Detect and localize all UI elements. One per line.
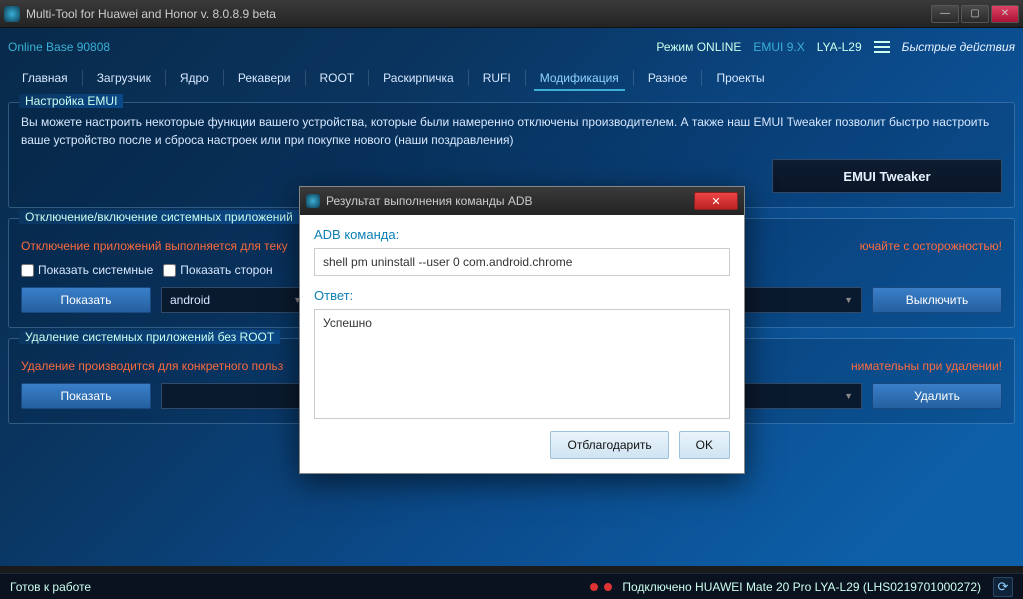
quick-actions-link[interactable]: Быстрые действия [902, 40, 1015, 54]
thanks-button[interactable]: Отблагодарить [550, 431, 668, 459]
app-icon [306, 194, 320, 208]
ok-button[interactable]: OK [679, 431, 730, 459]
show-system-label: Показать системные [38, 263, 153, 277]
tab-kernel[interactable]: Ядро [166, 67, 223, 89]
tab-recovery[interactable]: Рекавери [224, 67, 305, 89]
apps-warning-right: ючайте с осторожностью! [860, 239, 1002, 253]
apps-show-button[interactable]: Показать [21, 287, 151, 313]
device-model-short: LYA-L29 [817, 40, 862, 54]
show-system-checkbox-input[interactable] [21, 264, 34, 277]
delete-warning-right: нимательны при удалении! [851, 359, 1002, 373]
show-thirdparty-checkbox[interactable]: Показать сторон [163, 263, 272, 277]
show-system-checkbox[interactable]: Показать системные [21, 263, 153, 277]
adb-command-text: shell pm uninstall --user 0 com.android.… [314, 248, 730, 276]
refresh-icon: ⟳ [998, 579, 1009, 595]
maximize-button[interactable]: ▢ [961, 5, 989, 23]
status-ready: Готов к работе [10, 580, 91, 594]
tab-misc[interactable]: Разное [634, 67, 702, 89]
apps-filter-value: android [170, 293, 210, 307]
tab-modification[interactable]: Модификация [526, 67, 633, 89]
chevron-down-icon: ▼ [844, 295, 853, 305]
dialog-titlebar: Результат выполнения команды ADB ✕ [300, 187, 744, 215]
app-icon [4, 6, 20, 22]
main-tabs: Главная Загрузчик Ядро Рекавери ROOT Рас… [8, 64, 1015, 92]
refresh-button[interactable]: ⟳ [993, 577, 1013, 597]
emui-panel-title: Настройка EMUI [19, 94, 123, 108]
window-titlebar: Multi-Tool for Huawei and Honor v. 8.0.8… [0, 0, 1023, 28]
delete-button[interactable]: Удалить [872, 383, 1002, 409]
delete-panel-title: Удаление системных приложений без ROOT [19, 330, 280, 344]
tab-root[interactable]: ROOT [306, 67, 369, 89]
status-connected: Подключено HUAWEI Mate 20 Pro LYA-L29 (L… [622, 580, 981, 594]
header-row: Online Base 90808 Режим ONLINE EMUI 9.X … [8, 34, 1015, 60]
status-indicators [590, 583, 612, 591]
tab-rufi[interactable]: RUFI [469, 67, 525, 89]
chevron-down-icon: ▼ [844, 391, 853, 401]
close-button[interactable]: ✕ [991, 5, 1019, 23]
apps-filter-combo[interactable]: android ▼ [161, 287, 311, 313]
show-thirdparty-checkbox-input[interactable] [163, 264, 176, 277]
adb-answer-text: Успешно [314, 309, 730, 419]
mode-label: Режим ONLINE [656, 40, 741, 54]
adb-answer-label: Ответ: [314, 288, 730, 303]
adb-result-dialog: Результат выполнения команды ADB ✕ ADB к… [299, 186, 745, 474]
apps-panel-title: Отключение/включение системных приложени… [19, 210, 299, 224]
tab-projects[interactable]: Проекты [702, 67, 778, 89]
tab-bootloader[interactable]: Загрузчик [83, 67, 165, 89]
status-dot-icon [604, 583, 612, 591]
delete-warning-left: Удаление производится для конкретного по… [21, 359, 283, 373]
adb-command-label: ADB команда: [314, 227, 730, 242]
status-bar: Готов к работе Подключено HUAWEI Mate 20… [0, 573, 1023, 599]
hamburger-icon[interactable] [874, 41, 890, 53]
dialog-close-button[interactable]: ✕ [694, 192, 738, 210]
emui-tweaker-button[interactable]: EMUI Tweaker [772, 159, 1002, 193]
apps-disable-button[interactable]: Выключить [872, 287, 1002, 313]
online-base-label: Online Base 90808 [8, 40, 110, 54]
show-thirdparty-label: Показать сторон [180, 263, 272, 277]
window-title: Multi-Tool for Huawei and Honor v. 8.0.8… [26, 7, 931, 21]
apps-warning-left: Отключение приложений выполняется для те… [21, 239, 288, 253]
tab-main[interactable]: Главная [8, 67, 82, 89]
tab-unbrick[interactable]: Раскирпичка [369, 67, 468, 89]
dialog-title: Результат выполнения команды ADB [326, 194, 694, 208]
delete-show-button[interactable]: Показать [21, 383, 151, 409]
minimize-button[interactable]: — [931, 5, 959, 23]
emui-version: EMUI 9.X [753, 40, 804, 54]
status-dot-icon [590, 583, 598, 591]
emui-panel-description: Вы можете настроить некоторые функции ва… [21, 113, 1002, 149]
